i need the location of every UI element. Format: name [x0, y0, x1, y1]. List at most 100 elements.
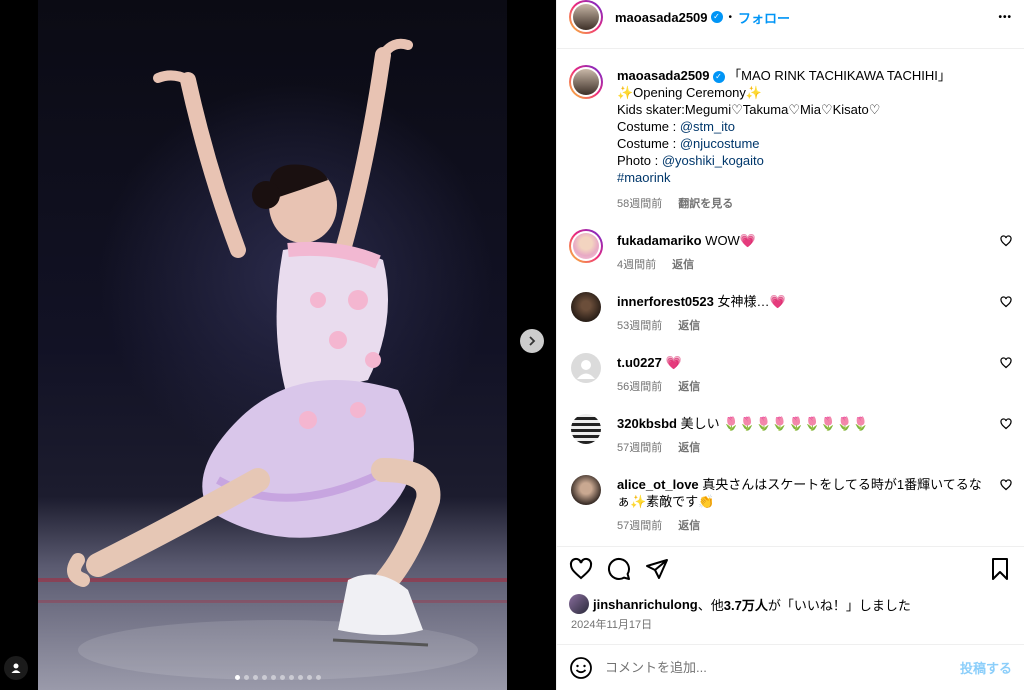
carousel-dot: [244, 675, 249, 680]
comment-time: 53週間前: [617, 320, 663, 332]
carousel-dot: [298, 675, 303, 680]
comment-item: innerforest0523 女神様…💗 53週間前 返信: [569, 290, 1012, 335]
comment-time: 57週間前: [617, 442, 663, 454]
emoji-smiley-icon[interactable]: [569, 656, 593, 680]
author-username[interactable]: maoasada2509: [615, 10, 708, 25]
reply-button[interactable]: 返信: [678, 440, 700, 457]
chevron-right-icon: [529, 336, 536, 346]
user-tag-icon: [11, 663, 21, 673]
commenter-username[interactable]: t.u0227: [617, 355, 662, 370]
commenter-avatar[interactable]: [569, 290, 603, 324]
comment-item: alice_ot_love 真央さんはスケートをしてる時が1番輝いてるなぁ✨素敵…: [569, 473, 1012, 535]
caption-credit-costume-2: Costume : @njucostume: [617, 135, 951, 152]
comment-meta: 56週間前 返信: [617, 379, 984, 396]
comment-meta: 57週間前 返信: [617, 440, 984, 457]
liker-username[interactable]: jinshanrichulong: [593, 597, 698, 612]
caption-line-ceremony: ✨Opening Ceremony✨: [617, 85, 763, 100]
comment-like-heart-icon[interactable]: [1000, 235, 1012, 247]
comment-item: fukadamariko WOW💗 4週間前 返信: [569, 229, 1012, 274]
reply-button[interactable]: 返信: [678, 318, 700, 335]
skater-illustration: [38, 38, 507, 680]
carousel-dot: [271, 675, 276, 680]
likes-summary: jinshanrichulong 、他 3.7万人 が「いいね！」しました: [569, 594, 1012, 614]
hashtag-link[interactable]: #maorink: [617, 169, 951, 186]
caption-meta: 58週間前 翻訳を見る: [617, 196, 951, 213]
liker-avatar[interactable]: [569, 594, 589, 614]
post-comment-button[interactable]: 投稿する: [960, 658, 1012, 677]
post-actions: [557, 546, 1024, 590]
carousel-next-button[interactable]: [520, 329, 544, 353]
commenter-username[interactable]: fukadamariko: [617, 233, 702, 248]
likes-mid-text: 、他: [697, 597, 724, 613]
follow-button[interactable]: フォロー: [738, 8, 790, 27]
commenter-avatar[interactable]: [569, 473, 603, 507]
comment-input[interactable]: [605, 660, 960, 675]
commenter-avatar[interactable]: [569, 229, 603, 263]
reply-button[interactable]: 返信: [672, 257, 694, 274]
comment-text: WOW💗: [705, 233, 757, 248]
carousel-dot: [262, 675, 267, 680]
post-date: 2024年11月17日: [571, 619, 653, 631]
like-heart-icon[interactable]: [569, 557, 593, 581]
comment-bubble-icon[interactable]: [607, 557, 631, 581]
more-options-icon[interactable]: •••: [998, 12, 1012, 23]
comment-like-heart-icon[interactable]: [1000, 357, 1012, 369]
commenter-avatar[interactable]: [569, 351, 603, 385]
post-media[interactable]: [0, 0, 556, 690]
caption-time: 58週間前: [617, 198, 663, 210]
reply-button[interactable]: 返信: [678, 379, 700, 396]
header-separator: •: [728, 11, 733, 23]
carousel-dot: [307, 675, 312, 680]
credit-label: Photo :: [617, 153, 662, 168]
reply-button[interactable]: 返信: [678, 518, 700, 535]
credit-label: Costume :: [617, 136, 680, 151]
post-header: maoasada2509 ✓ • フォロー •••: [557, 0, 1024, 34]
commenter-username[interactable]: 320kbsbd: [617, 416, 677, 431]
comment-item: 320kbsbd 美しい 🌷🌷🌷🌷🌷🌷🌷🌷🌷 57週間前 返信: [569, 412, 1012, 457]
caption-credit-photo: Photo : @yoshiki_kogaito: [617, 152, 951, 169]
mention-link[interactable]: @stm_ito: [680, 119, 735, 134]
carousel-dot: [280, 675, 285, 680]
carousel-dot: [253, 675, 258, 680]
verified-badge-icon: ✓: [712, 70, 725, 83]
comment-meta: 53週間前 返信: [617, 318, 984, 335]
caption-author-avatar[interactable]: [569, 65, 603, 99]
comment-like-heart-icon[interactable]: [1000, 418, 1012, 430]
post-details-panel: maoasada2509 ✓ • フォロー ••• maoasada2509 ✓ …: [556, 0, 1024, 690]
commenter-username[interactable]: alice_ot_love: [617, 477, 699, 492]
comment-text: 女神様…💗: [717, 294, 786, 309]
add-comment-bar: 投稿する: [557, 644, 1024, 690]
caption-author-username[interactable]: maoasada2509: [617, 68, 710, 83]
comment-time: 56週間前: [617, 381, 663, 393]
bookmark-save-icon[interactable]: [988, 557, 1012, 581]
caption-line-kids: Kids skater:Megumi♡Takuma♡Mia♡Kisato♡: [617, 102, 881, 117]
comment-text: 💗: [665, 355, 682, 370]
credit-label: Costume :: [617, 119, 680, 134]
carousel-dot: [235, 675, 240, 680]
mention-link[interactable]: @njucostume: [680, 136, 760, 151]
carousel-indicator: [0, 675, 556, 680]
commenter-username[interactable]: innerforest0523: [617, 294, 714, 309]
comment-meta: 4週間前 返信: [617, 257, 984, 274]
post-caption: maoasada2509 ✓ 「MAO RINK TACHIKAWA TACHIH…: [569, 49, 1012, 213]
translate-button[interactable]: 翻訳を見る: [678, 196, 733, 213]
caption-line-title: 「MAO RINK TACHIKAWA TACHIHI」: [728, 68, 951, 83]
post-photo[interactable]: [38, 0, 507, 690]
caption-credit-costume-1: Costume : @stm_ito: [617, 118, 951, 135]
comment-text: 美しい 🌷🌷🌷🌷🌷🌷🌷🌷🌷: [680, 416, 869, 431]
likes-count[interactable]: 3.7万人: [724, 595, 768, 614]
comments-list[interactable]: maoasada2509 ✓ 「MAO RINK TACHIKAWA TACHIH…: [557, 48, 1024, 542]
carousel-dot: [316, 675, 321, 680]
share-paper-plane-icon[interactable]: [645, 557, 669, 581]
comment-time: 57週間前: [617, 520, 663, 532]
comment-like-heart-icon[interactable]: [1000, 296, 1012, 308]
default-user-icon: [577, 360, 595, 379]
author-avatar[interactable]: [569, 0, 603, 34]
comment-time: 4週間前: [617, 259, 657, 271]
mention-link[interactable]: @yoshiki_kogaito: [662, 153, 764, 168]
comment-like-heart-icon[interactable]: [1000, 479, 1012, 491]
commenter-avatar[interactable]: [569, 412, 603, 446]
verified-badge-icon: ✓: [710, 11, 723, 23]
comment-item: t.u0227 💗 56週間前 返信: [569, 351, 1012, 396]
comment-meta: 57週間前 返信: [617, 518, 984, 535]
